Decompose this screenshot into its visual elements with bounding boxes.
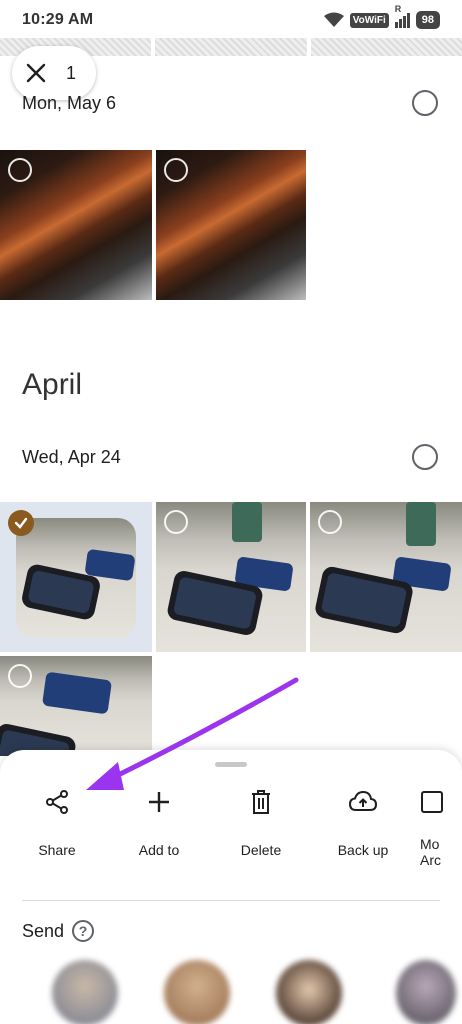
checked-icon[interactable] [8,510,34,536]
vase-object [232,502,262,542]
close-icon[interactable] [26,63,46,83]
photo-image [16,518,136,638]
date-label: Mon, May 6 [22,92,117,113]
date-label: Wed, Apr 24 [22,446,121,467]
bottom-sheet: Share Add to Delete Back up Mo Arc Send … [0,750,462,1024]
status-icons: VoWiFi R 98 [323,4,440,29]
send-section-header: Send ? [22,920,95,942]
delete-label: Delete [240,842,282,858]
send-label: Send [22,920,65,941]
selection-count: 1 [66,62,77,83]
photo-thumbnail[interactable] [310,502,462,652]
contact-avatar[interactable] [164,960,230,1024]
select-circle[interactable] [318,510,342,534]
share-button[interactable]: Share [12,786,102,858]
photo-thumbnail[interactable] [310,38,462,56]
move-to-archive-button[interactable]: Mo Arc [420,786,462,868]
status-bar: 10:29 AM VoWiFi R 98 [0,0,462,40]
photo-thumbnail[interactable] [0,656,152,756]
back-up-button[interactable]: Back up [318,786,408,858]
select-circle[interactable] [8,158,32,182]
select-circle[interactable] [8,664,32,688]
archive-icon [420,786,452,818]
sheet-drag-handle[interactable] [215,762,247,767]
back-up-label: Back up [337,842,389,858]
date-group-header: Mon, May 6 [22,90,438,116]
wifi-icon [323,12,344,27]
photo-thumbnail[interactable] [156,150,306,300]
contact-avatar[interactable] [52,960,118,1024]
plus-icon [143,786,175,818]
share-icon [41,786,73,818]
trash-icon [245,786,277,818]
ssd-object [41,671,113,715]
move-to-archive-label: Mo Arc [420,836,441,868]
month-heading: April [22,368,83,401]
roaming-indicator: R [394,3,402,14]
select-circle[interactable] [164,158,188,182]
photo-thumbnail[interactable] [0,150,152,300]
date-group-header: Wed, Apr 24 [22,444,438,470]
add-to-button[interactable]: Add to [114,786,204,858]
photo-thumbnail-selected[interactable] [0,502,152,652]
select-group-radio[interactable] [412,444,438,470]
share-label: Share [38,842,76,858]
status-time: 10:29 AM [22,11,94,28]
photo-thumbnail[interactable] [156,502,306,652]
signal-icon: R [394,4,410,28]
vase-object [406,502,436,546]
delete-button[interactable]: Delete [216,786,306,858]
contact-avatar[interactable] [396,960,456,1024]
select-group-radio[interactable] [412,90,438,116]
battery-indicator: 98 [415,11,440,29]
vowifi-badge: VoWiFi [349,12,389,28]
cloud-upload-icon [347,786,379,818]
help-icon[interactable]: ? [72,920,95,942]
photo-thumbnail[interactable] [155,38,307,56]
divider [22,900,440,901]
add-to-label: Add to [138,842,180,858]
contact-avatar[interactable] [276,960,342,1024]
select-circle[interactable] [164,510,188,534]
